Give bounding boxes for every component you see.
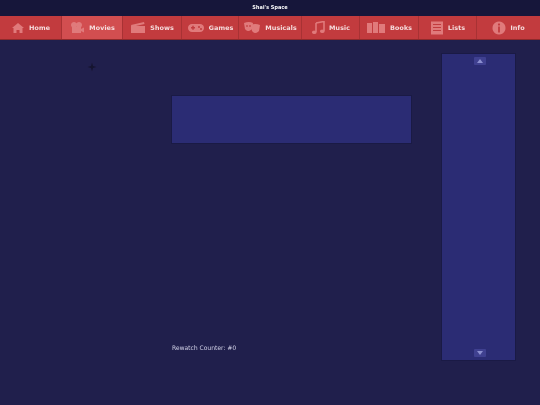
- nav-games[interactable]: Games: [182, 16, 239, 39]
- nav-music-label: Music: [328, 23, 351, 32]
- nav-games-label: Games: [208, 23, 234, 32]
- scroll-down-button[interactable]: [474, 349, 486, 357]
- nav-home-label: Home: [28, 23, 51, 32]
- home-icon: [11, 22, 25, 34]
- spark-icon: [87, 57, 97, 72]
- nav-home[interactable]: Home: [0, 16, 62, 39]
- nav-shows-label: Shows: [150, 23, 174, 32]
- books-icon: [366, 21, 386, 34]
- nav-books-label: Books: [389, 23, 413, 32]
- chevron-up-icon: [477, 59, 483, 63]
- clapperboard-icon: [130, 21, 146, 34]
- nav-lists-label: Lists: [447, 23, 466, 32]
- main-navbar: Home Movies Shows Games Musicals Music B…: [0, 16, 540, 40]
- nav-musicals-label: Musicals: [265, 23, 297, 32]
- gamepad-icon: [187, 22, 205, 34]
- chevron-down-icon: [477, 351, 483, 355]
- scroll-up-button[interactable]: [474, 57, 486, 65]
- theater-masks-icon: [243, 21, 261, 34]
- film-reel-icon: [69, 21, 85, 34]
- nav-movies[interactable]: Movies: [62, 16, 123, 39]
- nav-books[interactable]: Books: [360, 16, 419, 39]
- info-icon: [492, 21, 506, 35]
- nav-info-label: Info: [510, 23, 525, 32]
- rewatch-counter: Rewatch Counter: #0: [172, 345, 236, 352]
- side-list-panel[interactable]: [441, 53, 516, 361]
- nav-lists[interactable]: Lists: [419, 16, 477, 39]
- feature-panel: [171, 95, 412, 144]
- rewatch-counter-value: #0: [227, 345, 237, 352]
- nav-music[interactable]: Music: [302, 16, 360, 39]
- list-icon: [430, 21, 444, 35]
- rewatch-counter-label: Rewatch Counter:: [172, 345, 226, 352]
- window-title: Shai's Space: [0, 0, 540, 16]
- nav-info[interactable]: Info: [477, 16, 540, 39]
- nav-shows[interactable]: Shows: [123, 16, 182, 39]
- nav-musicals[interactable]: Musicals: [239, 16, 302, 39]
- nav-movies-label: Movies: [89, 23, 115, 32]
- music-note-icon: [311, 20, 325, 35]
